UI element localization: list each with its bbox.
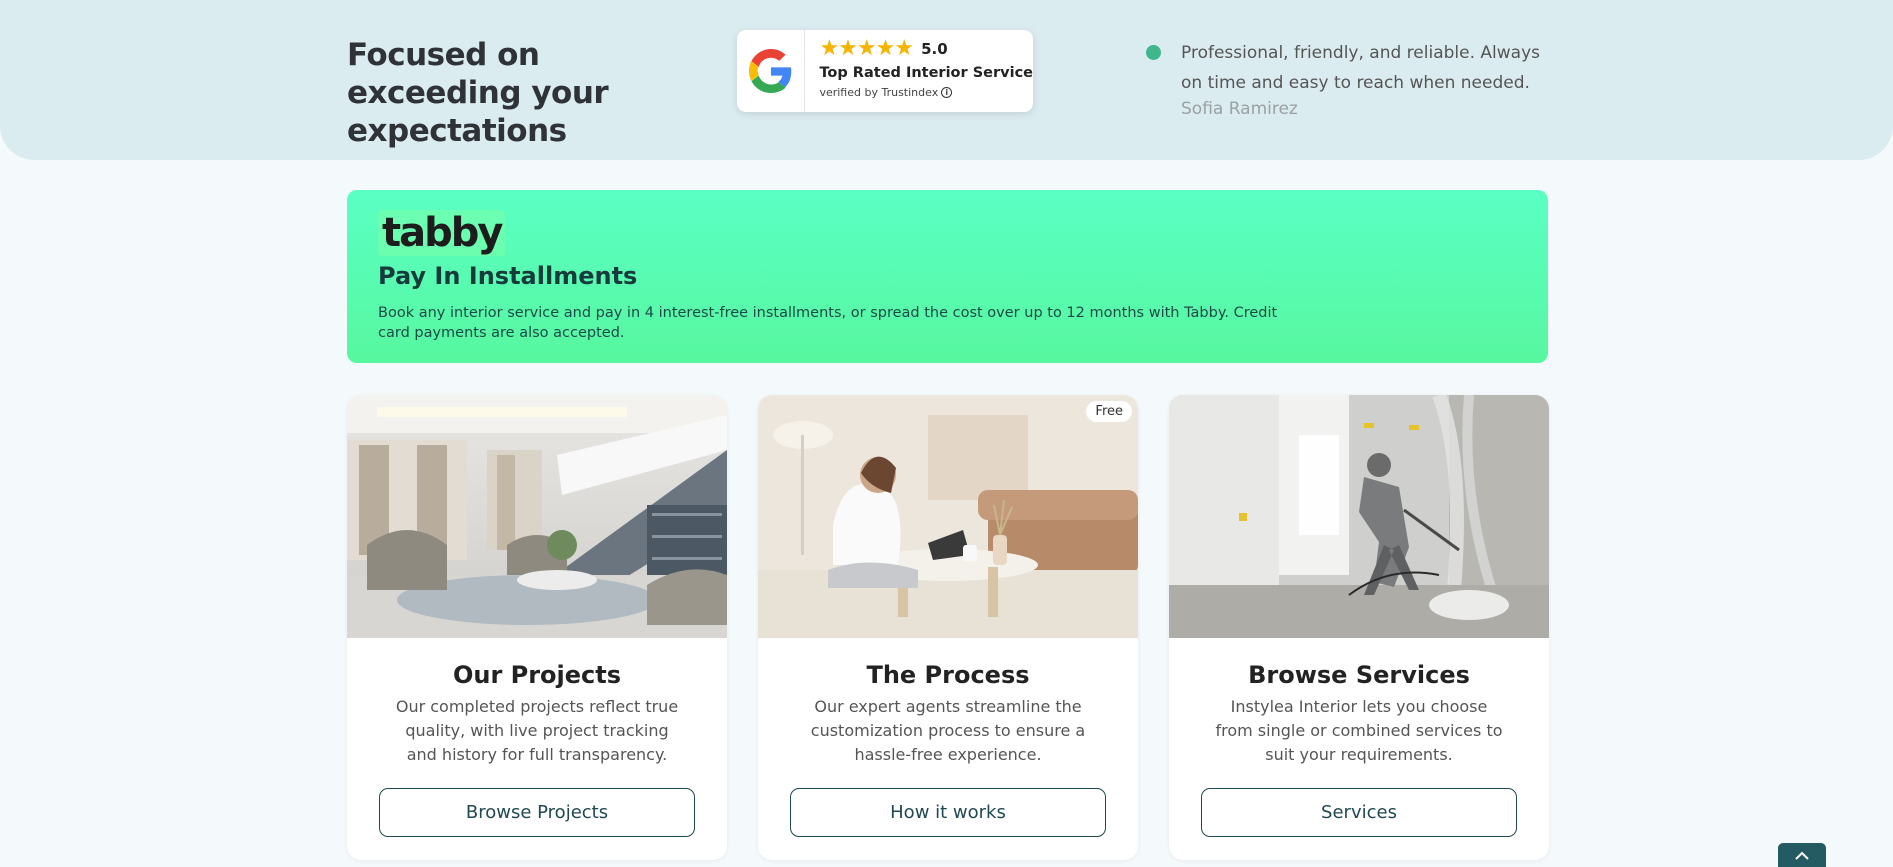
rating-value: 5.0 — [921, 40, 948, 58]
tabby-logo: tabby — [378, 210, 506, 256]
hero-title: Focused on exceeding your expectations — [347, 37, 609, 149]
info-icon[interactable]: i — [941, 87, 953, 98]
card-description: Our expert agents streamline the customi… — [810, 697, 1086, 764]
card-title: Browse Services — [1248, 661, 1470, 689]
star-rating-icons: ★★★★★ — [819, 36, 914, 61]
verified-text: verified by Trustindex — [819, 86, 939, 99]
rating-row: ★★★★★ 5.0 — [819, 38, 1033, 60]
testimonial-author: Sofia Ramirez — [1181, 99, 1298, 119]
card-title: Our Projects — [452, 661, 622, 689]
testimonial-dot-icon — [1146, 45, 1161, 60]
free-badge: Free — [1086, 401, 1132, 422]
painter-spraying-wall-image — [1169, 395, 1549, 638]
tabby-description: Book any interior service and pay in 4 i… — [378, 305, 1278, 341]
tabby-installments-banner: tabby Pay In Installments Book any inter… — [347, 190, 1548, 363]
card-browse-services: Browse Services Instylea Interior lets y… — [1169, 395, 1549, 860]
testimonial-text: Professional, friendly, and reliable. Al… — [1181, 43, 1540, 93]
google-g-icon — [748, 49, 791, 93]
review-badge-info: ★★★★★ 5.0 Top Rated Interior Service ver… — [805, 30, 1033, 112]
card-description: Our completed projects reflect true qual… — [395, 697, 679, 764]
living-room-with-staircase-image — [347, 395, 727, 638]
tabby-title: Pay In Installments — [378, 262, 638, 290]
card-description: Instylea Interior lets you choose from s… — [1215, 697, 1503, 764]
woman-working-on-laptop-image — [758, 395, 1138, 638]
services-button[interactable]: Services — [1201, 788, 1517, 837]
card-title: The Process — [866, 661, 1030, 689]
browse-projects-button[interactable]: Browse Projects — [379, 788, 695, 837]
google-logo-box — [737, 30, 806, 112]
how-it-works-button[interactable]: How it works — [790, 788, 1106, 837]
chevron-up-icon — [1795, 851, 1809, 860]
back-to-top-button[interactable] — [1778, 843, 1826, 867]
review-badge-title: Top Rated Interior Service — [819, 65, 1033, 81]
google-review-badge[interactable]: ★★★★★ 5.0 Top Rated Interior Service ver… — [737, 30, 1033, 112]
verified-label: verified by Trustindex i — [819, 86, 1033, 99]
card-our-projects: Our Projects Our completed projects refl… — [347, 395, 727, 860]
card-the-process: Free The Process Our expert agents strea… — [758, 395, 1138, 860]
